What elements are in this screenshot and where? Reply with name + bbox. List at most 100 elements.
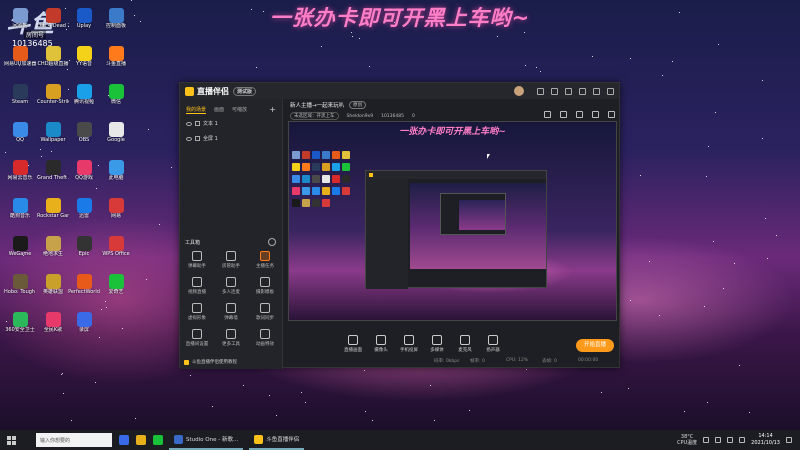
desktop-icon[interactable]: Grand Theft Auto V — [37, 160, 69, 181]
task-view-icon[interactable] — [119, 435, 129, 445]
clock[interactable]: 14:14 2021/10/13 — [751, 433, 780, 447]
add-scene-icon[interactable]: + — [269, 105, 276, 114]
tool-item[interactable]: 摄影模板 — [248, 277, 282, 295]
scene-item[interactable]: 全屏 1 — [180, 131, 282, 146]
desktop-icon[interactable]: 微信 — [100, 84, 132, 105]
desktop-icon[interactable]: WPS Office — [100, 236, 132, 257]
tool-item[interactable]: 虚拟形象 — [180, 303, 214, 321]
tray-chevron-icon[interactable] — [703, 437, 710, 443]
desktop-icon[interactable]: OBS — [68, 122, 100, 143]
source-button[interactable]: 扬声器 — [480, 335, 506, 353]
settings-icon[interactable] — [551, 87, 558, 95]
desktop-icon[interactable]: Wallpaper — [37, 122, 69, 143]
tool-item[interactable]: 视频直播 — [180, 277, 214, 295]
area-select[interactable]: 未选区域：开黑上车 — [290, 112, 339, 120]
tool-item[interactable]: 房管助手 — [214, 251, 248, 269]
layout-icon[interactable] — [576, 111, 583, 118]
tool-item[interactable]: 更多工具 — [214, 329, 248, 347]
tool-item[interactable]: 多人连麦 — [214, 277, 248, 295]
tab-scalable[interactable]: 可缩放 — [232, 106, 247, 113]
tutorial-link[interactable]: 斗鱼直播伴侣使用教程 — [184, 359, 237, 365]
desktop-icon[interactable]: QQ — [4, 122, 36, 143]
source-button[interactable]: 手机投屏 — [396, 335, 422, 353]
desktop-icon[interactable]: Rockstar Games... — [37, 198, 69, 219]
desktop-icon[interactable]: 录屏 — [68, 312, 100, 333]
maximize-button[interactable] — [593, 87, 600, 95]
desktop-icon[interactable]: PerfectWorld — [68, 274, 100, 295]
go-live-button[interactable]: 开始直播 — [576, 339, 614, 352]
tool-item[interactable]: 动画特效 — [248, 329, 282, 347]
desktop-icon[interactable]: Uplay — [68, 8, 100, 29]
lock-icon[interactable] — [195, 121, 200, 126]
desktop-icon[interactable]: Steam — [4, 84, 36, 105]
source-button[interactable]: 多媒体 — [424, 335, 450, 353]
file-explorer-icon[interactable] — [136, 435, 146, 445]
desktop-icon[interactable]: Epic — [68, 236, 100, 257]
taskbar-search[interactable]: 输入你想要的 — [36, 433, 112, 447]
desktop-icon[interactable]: CHD超级直播 — [37, 46, 69, 67]
user-avatar[interactable] — [514, 86, 524, 96]
desktop-icon[interactable]: QQ游戏 — [68, 160, 100, 181]
desktop-icon[interactable]: 网易UU加速器 — [4, 46, 36, 67]
desktop-icon[interactable]: Left 4 Dead 2 — [37, 8, 69, 29]
ime-icon[interactable] — [739, 437, 746, 443]
menu-icon[interactable] — [565, 87, 572, 95]
desktop-icon[interactable]: 回收站 — [4, 8, 36, 29]
record-icon[interactable] — [560, 111, 567, 118]
tab-my-scenes[interactable]: 我的场景 — [186, 106, 207, 114]
source-button[interactable]: 摄像头 — [368, 335, 394, 353]
temperature-widget[interactable]: 38°C CPU温度 — [677, 434, 697, 446]
source-button[interactable]: 麦克风 — [452, 335, 478, 353]
lock-icon[interactable] — [195, 136, 200, 141]
desktop-icon[interactable]: 全民K歌 — [37, 312, 69, 333]
message-icon[interactable] — [537, 87, 544, 95]
desktop-icon[interactable]: Google — [100, 122, 132, 143]
live-preview[interactable]: 一张办卡即可开黑上车哟~ — [288, 121, 617, 321]
tool-item[interactable]: 弹幕墙 — [214, 303, 248, 321]
nested-logo-icon — [369, 173, 373, 177]
desktop-icon[interactable]: 控制面板 — [100, 8, 132, 29]
desktop-icon[interactable]: YY语音 — [68, 46, 100, 67]
desktop-icon[interactable]: 360安全卫士 — [4, 312, 36, 333]
tab-screen[interactable]: 画面 — [214, 106, 224, 113]
window-titlebar[interactable]: 直播伴侣 测试版 — [180, 83, 619, 99]
tool-item[interactable]: 直播间设置 — [180, 329, 214, 347]
fullscreen-icon[interactable] — [592, 111, 599, 118]
tool-item[interactable]: 歌词同步 — [248, 303, 282, 321]
stream-title[interactable]: 新人主播→一起来玩叭 — [290, 101, 344, 109]
tool-item[interactable]: 主播任务 — [248, 251, 282, 269]
category-tag[interactable]: 原创 — [349, 101, 367, 109]
wechat-icon[interactable] — [153, 435, 163, 445]
start-button[interactable] — [0, 430, 22, 450]
desktop-icon[interactable]: 酷狗音乐 — [4, 198, 36, 219]
desktop-icon[interactable]: WeGame — [4, 236, 36, 257]
desktop-icon[interactable]: 英雄联盟 — [37, 274, 69, 295]
source-button[interactable]: 直播画面 — [340, 335, 366, 353]
beta-badge[interactable]: 测试版 — [233, 86, 257, 96]
tool-item[interactable]: 弹幕助手 — [180, 251, 214, 269]
close-button[interactable] — [607, 87, 614, 95]
preview-icon — [312, 187, 320, 195]
taskbar-app-studio-one[interactable]: Studio One - 新歌... — [169, 430, 244, 450]
desktop-icon[interactable]: 绝地求生 — [37, 236, 69, 257]
desktop-icon[interactable]: 此电脑 — [100, 160, 132, 181]
eye-icon[interactable] — [186, 121, 192, 126]
toolbox-more-icon[interactable] — [268, 238, 276, 246]
desktop-icon[interactable]: 腾讯视频 — [68, 84, 100, 105]
desktop-icon[interactable]: Counter-Strike Global Of... — [37, 84, 69, 105]
notification-icon[interactable] — [786, 437, 792, 443]
network-icon[interactable] — [715, 437, 722, 443]
desktop-icon[interactable]: Hobo: Tough Life — [4, 274, 36, 295]
eye-icon[interactable] — [186, 136, 192, 141]
desktop-icon[interactable]: 爱奇艺 — [100, 274, 132, 295]
scene-item[interactable]: 文本 1 — [180, 116, 282, 131]
desktop-icon[interactable]: 斗鱼直播 — [100, 46, 132, 67]
gift-icon[interactable] — [544, 111, 551, 118]
taskbar-app-douyu[interactable]: 斗鱼直播伴侣 — [249, 430, 305, 450]
desktop-icon[interactable]: 网易 — [100, 198, 132, 219]
volume-icon[interactable] — [727, 437, 734, 443]
desktop-icon[interactable]: 迅雷 — [68, 198, 100, 219]
share-icon[interactable] — [608, 111, 615, 118]
desktop-icon[interactable]: 网易云音乐 — [4, 160, 36, 181]
minimize-button[interactable] — [579, 87, 586, 95]
